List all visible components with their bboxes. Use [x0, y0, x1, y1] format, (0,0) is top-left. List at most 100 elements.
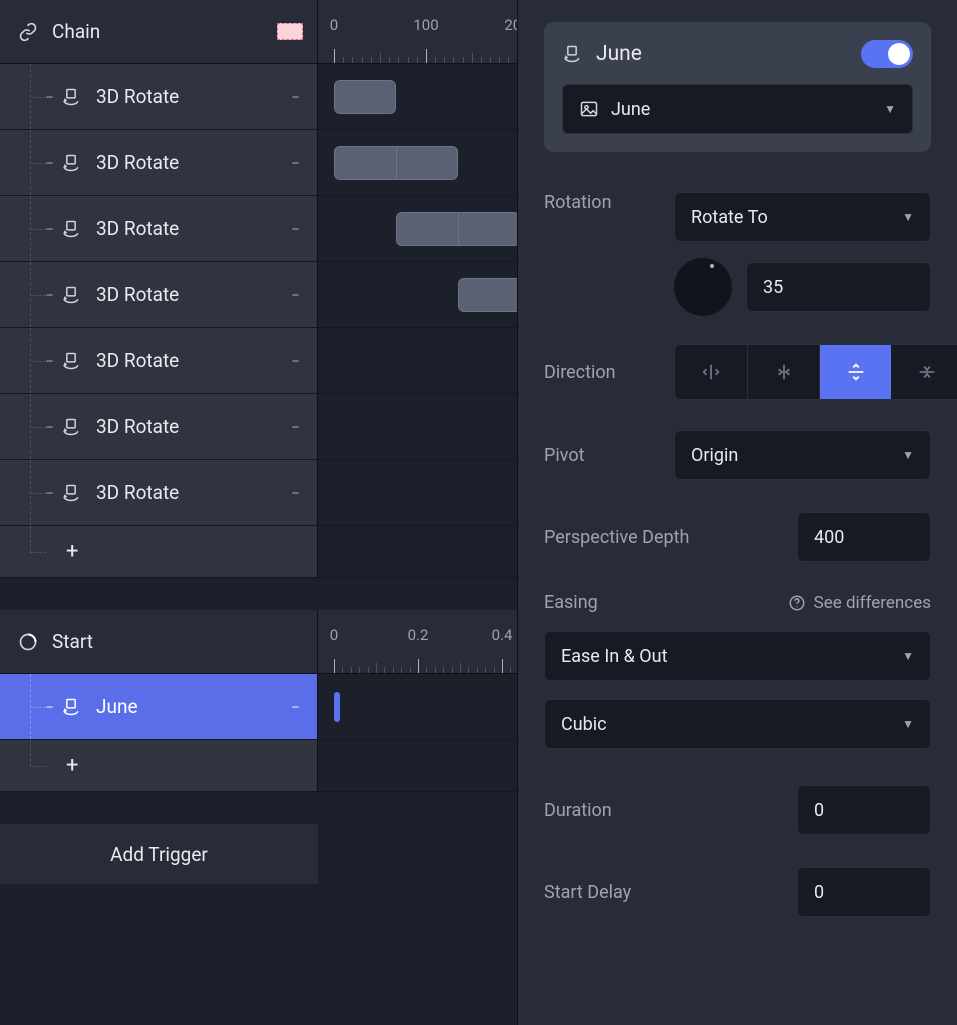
timeline-item[interactable]: - 3D Rotate - [0, 328, 317, 394]
timeline-lane[interactable] [318, 328, 517, 394]
timeline-lane[interactable] [318, 674, 517, 740]
ruler-label: 0.2 [408, 626, 429, 644]
timeline-clip[interactable] [458, 212, 517, 246]
timeline-lane[interactable] [318, 130, 517, 196]
timeline-clip[interactable] [396, 212, 458, 246]
start-item-label: June [96, 695, 292, 718]
ruler-label: 200 [504, 16, 517, 34]
rotate-3d-icon [60, 417, 82, 437]
enabled-toggle[interactable] [861, 40, 913, 68]
target-select[interactable]: June ▼ [562, 84, 913, 134]
rotate-3d-icon [562, 44, 582, 64]
help-icon [788, 594, 806, 612]
pivot-select[interactable]: Origin ▼ [674, 430, 931, 480]
easing-type-select[interactable]: Ease In & Out ▼ [544, 631, 931, 681]
timeline-lane[interactable] [318, 64, 517, 130]
pivot-value: Origin [691, 445, 890, 466]
see-differences-text: See differences [814, 593, 931, 613]
start-ruler[interactable]: 0 0.2 0.4 [318, 610, 517, 674]
plus-icon: + [66, 539, 78, 564]
timeline-lane[interactable] [318, 262, 517, 328]
timeline-item-label: 3D Rotate [96, 217, 292, 240]
inspector-title: June [596, 42, 847, 66]
start-item-june[interactable]: - June - [0, 674, 317, 740]
add-trigger-label: Add Trigger [110, 843, 208, 866]
rotate-3d-icon [60, 483, 82, 503]
ruler-label: 0 [330, 16, 338, 34]
rotate-3d-icon [60, 697, 82, 717]
rotate-3d-icon [60, 285, 82, 305]
easing-curve-select[interactable]: Cubic ▼ [544, 699, 931, 749]
rotate-3d-icon [60, 153, 82, 173]
perspective-input[interactable]: 400 [797, 512, 931, 562]
add-trigger-button[interactable]: Add Trigger [0, 824, 318, 884]
chain-title: Chain [52, 20, 263, 43]
ruler-label: 0 [330, 626, 338, 644]
perspective-label: Perspective Depth [544, 527, 774, 548]
start-title: Start [52, 630, 317, 653]
chevron-down-icon: ▼ [902, 210, 914, 224]
timeline-item[interactable]: - 3D Rotate - [0, 130, 317, 196]
add-chain-item[interactable]: + [0, 526, 317, 578]
direction-option-horizontal-flip[interactable] [747, 345, 819, 399]
timeline-keyframe[interactable] [334, 692, 340, 722]
timeline-item[interactable]: - 3D Rotate - [0, 394, 317, 460]
plus-icon: + [66, 753, 78, 778]
rotate-3d-icon [60, 219, 82, 239]
rotation-value-input[interactable]: 35 [746, 262, 931, 312]
duration-value: 0 [814, 800, 824, 821]
timeline-item-label: 3D Rotate [96, 85, 292, 108]
start-header[interactable]: Start [0, 610, 317, 674]
chain-icon [18, 22, 38, 42]
chevron-down-icon: ▼ [902, 448, 914, 462]
timeline-lane[interactable] [318, 196, 517, 262]
easing-curve-value: Cubic [561, 714, 890, 735]
timeline-clip[interactable] [396, 146, 458, 180]
timeline-lane[interactable] [318, 460, 517, 526]
timeline-item[interactable]: - 3D Rotate - [0, 64, 317, 130]
duration-input[interactable]: 0 [797, 785, 931, 835]
timeline-item[interactable]: - 3D Rotate - [0, 460, 317, 526]
target-select-value: June [611, 99, 872, 120]
easing-label: Easing [544, 592, 788, 613]
timeline-lane [318, 740, 517, 792]
ruler-label: 100 [413, 16, 438, 34]
easing-type-value: Ease In & Out [561, 646, 890, 667]
rotation-label: Rotation [544, 192, 654, 213]
chevron-down-icon: ▼ [884, 102, 896, 116]
start-delay-input[interactable]: 0 [797, 867, 931, 917]
start-delay-label: Start Delay [544, 882, 774, 903]
direction-option-horizontal[interactable] [675, 345, 747, 399]
chain-ruler[interactable]: 0 100 200 [318, 0, 517, 64]
direction-segmented [674, 344, 957, 400]
timeline-clip[interactable] [334, 146, 396, 180]
chain-color-swatch[interactable] [277, 23, 303, 40]
rotate-3d-icon [60, 87, 82, 107]
rotate-3d-icon [60, 351, 82, 371]
direction-option-vertical-flip[interactable] [891, 345, 957, 399]
direction-option-vertical[interactable] [819, 345, 891, 399]
timeline-item-label: 3D Rotate [96, 151, 292, 174]
timeline-item-label: 3D Rotate [96, 283, 292, 306]
timeline-item[interactable]: - 3D Rotate - [0, 196, 317, 262]
chevron-down-icon: ▼ [902, 649, 914, 663]
rotation-mode-value: Rotate To [691, 207, 890, 228]
duration-label: Duration [544, 800, 774, 821]
see-differences-link[interactable]: See differences [788, 593, 931, 613]
chain-header[interactable]: Chain [0, 0, 317, 64]
rotation-mode-select[interactable]: Rotate To ▼ [674, 192, 931, 242]
inspector-header-card: June June ▼ [544, 22, 931, 152]
timeline-item-label: 3D Rotate [96, 349, 292, 372]
play-icon [18, 632, 38, 652]
timeline-clip[interactable] [334, 80, 396, 114]
timeline-item[interactable]: - 3D Rotate - [0, 262, 317, 328]
pivot-label: Pivot [544, 445, 654, 466]
add-start-item[interactable]: + [0, 740, 317, 792]
rotation-knob[interactable] [674, 258, 732, 316]
timeline-item-label: 3D Rotate [96, 415, 292, 438]
timeline-lane[interactable] [318, 394, 517, 460]
timeline-clip[interactable] [458, 278, 517, 312]
perspective-value: 400 [814, 527, 844, 548]
image-icon [579, 99, 599, 119]
timeline-lane [318, 526, 517, 578]
